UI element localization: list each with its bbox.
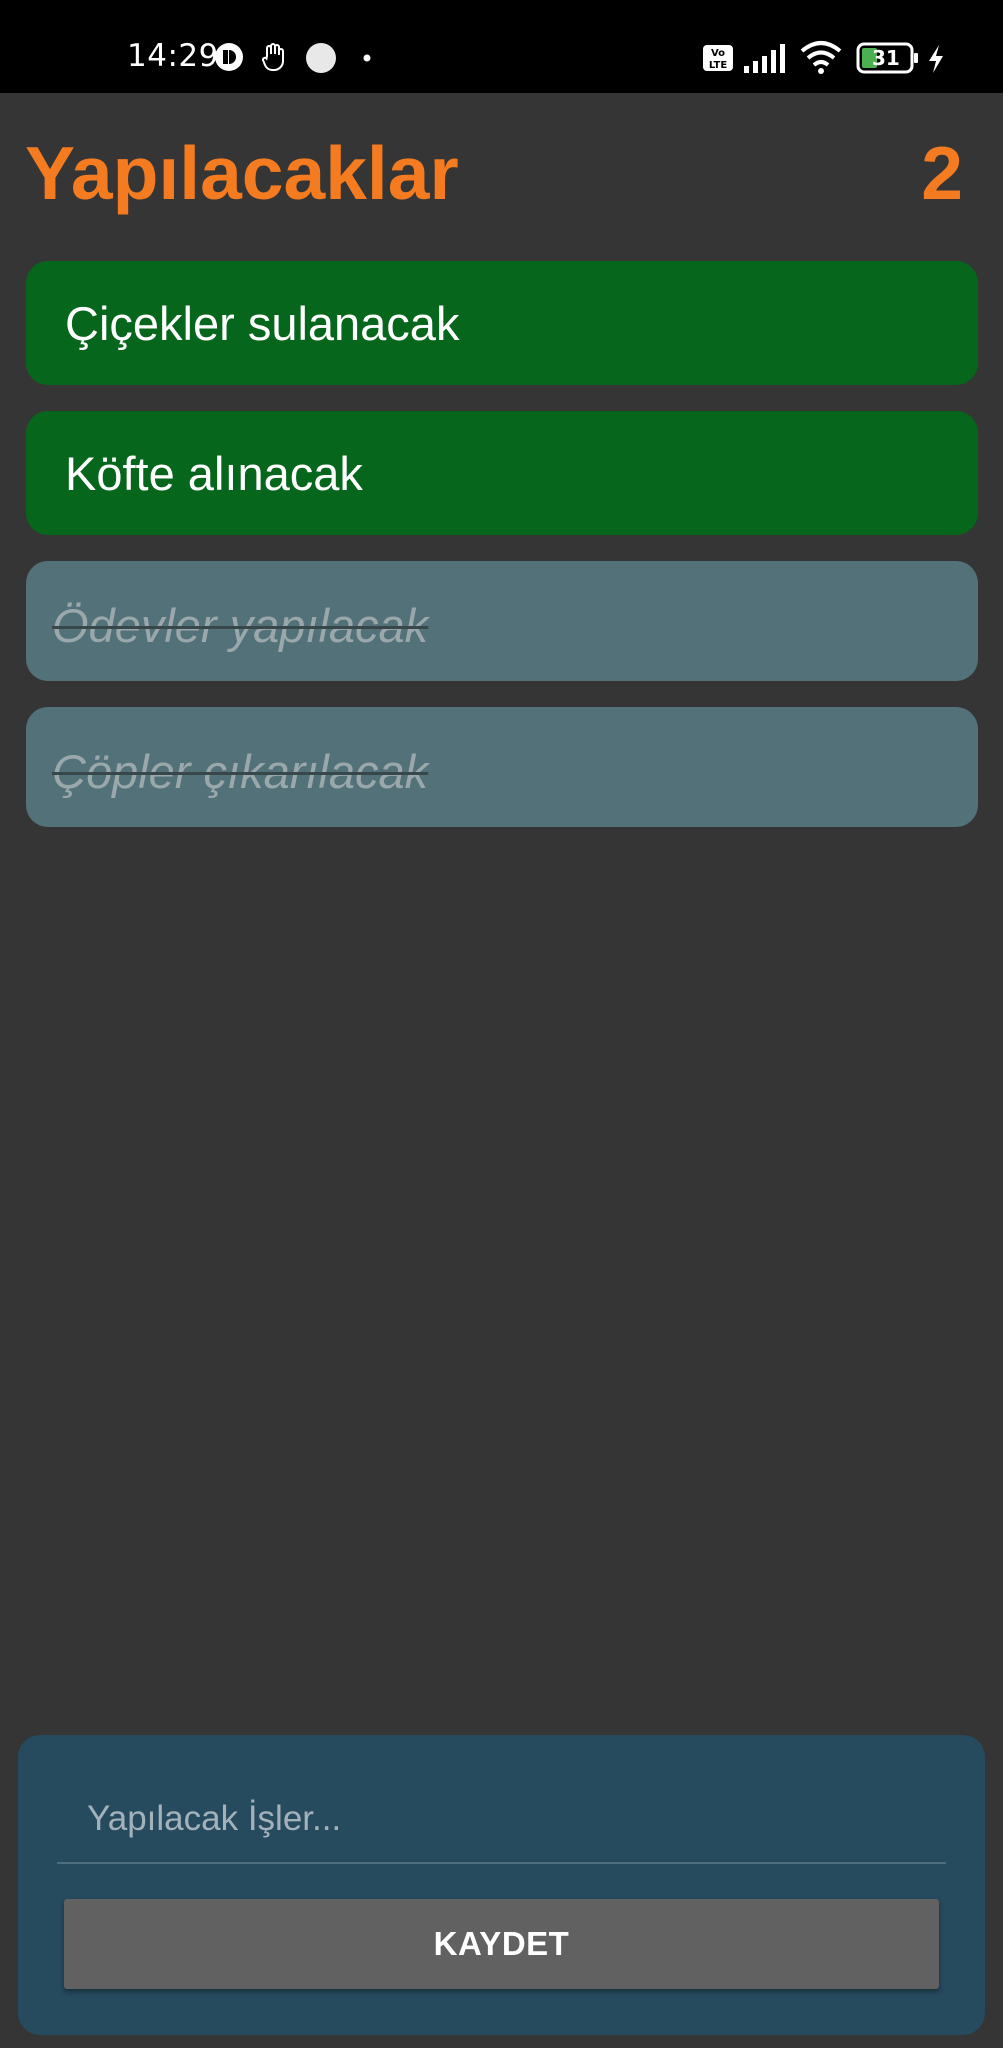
svg-text:Vo: Vo <box>711 48 725 59</box>
task-label: Çiçekler sulanacak <box>65 296 460 350</box>
task-input[interactable] <box>57 1775 946 1864</box>
battery-level: 31 <box>872 46 900 70</box>
task-item-completed[interactable]: Çöpler çıkarılacak <box>26 707 978 827</box>
save-button[interactable]: KAYDET <box>64 1899 939 1989</box>
task-label: Köfte alınacak <box>65 446 363 500</box>
volte-icon: Vo LTE <box>703 45 733 71</box>
signal-icon <box>744 44 785 73</box>
circle-icon <box>306 43 336 73</box>
add-task-panel: KAYDET <box>18 1735 985 2035</box>
page-title: Yapılacaklar <box>25 131 459 215</box>
wifi-icon <box>800 41 842 74</box>
charging-icon <box>929 45 943 73</box>
status-bar: 14:29 Vo LTE 31 <box>0 0 1003 93</box>
dot-icon <box>363 54 371 62</box>
task-label: Çöpler çıkarılacak <box>52 744 429 798</box>
pending-count: 2 <box>921 131 963 215</box>
notification-app-icon <box>215 43 243 71</box>
hand-icon <box>262 43 284 71</box>
svg-text:LTE: LTE <box>709 60 728 71</box>
task-item[interactable]: Çiçekler sulanacak <box>26 261 978 385</box>
task-item[interactable]: Köfte alınacak <box>26 411 978 535</box>
task-item-completed[interactable]: Ödevler yapılacak <box>26 561 978 681</box>
task-label: Ödevler yapılacak <box>52 598 429 652</box>
status-time: 14:29 <box>127 38 219 74</box>
